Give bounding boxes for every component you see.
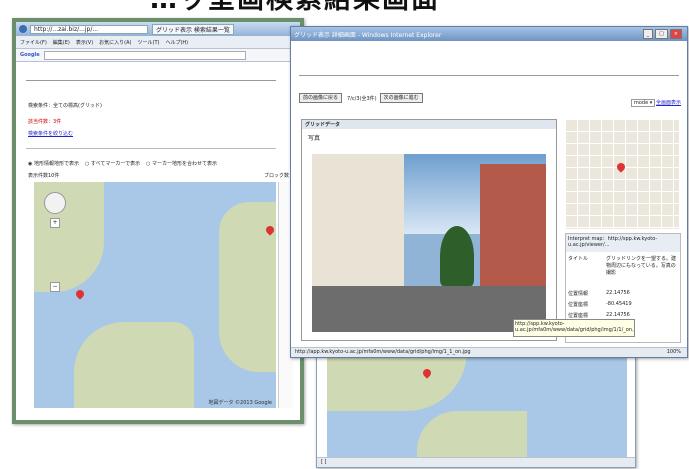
menu-tools[interactable]: ツール(T) [138,39,160,46]
back-map[interactable] [327,351,627,461]
radio-combined[interactable]: ○ マーカー地形を合わせて表示 [146,160,217,167]
close-button[interactable]: × [669,29,682,39]
back-statusbar: [ ] [317,457,635,467]
google-logo: Google [20,52,40,58]
map-grid [565,119,679,229]
map-land [327,351,467,411]
right-browser-window: グリッド表示 詳細画面 - Windows Internet Explorer … [290,26,688,358]
photo-building-left [312,154,404,294]
radio-terrain-label: 地形情報地形で表示 [33,161,79,167]
radio-group: ◉ 地形情報地形で表示 ○ すべてマーカーで表示 ○ マーカー地形を合わせて表示 [28,160,217,167]
info-row: タイトル グリッドリンクを一望する。建物周辺にもなっている。写真の撮影 [566,252,680,288]
zoom-out-button[interactable]: − [50,282,60,292]
info-value: -80.45419 [606,301,632,307]
info-row: 位置情報 22.14756 [566,288,680,299]
address-bar[interactable]: http://...zai.biz/...jp/... [30,24,148,34]
info-value: グリッドリンクを一望する。建物周辺にもなっている。写真の撮影 [606,256,677,276]
right-titlebar: グリッド表示 詳細画面 - Windows Internet Explorer … [291,27,687,41]
menu-favorites[interactable]: お気に入り(A) [99,39,131,46]
divider [26,80,276,81]
page-headline: …ッ呈画検索結果画面 [150,0,570,14]
panel-header: グリッドデータ [302,120,556,129]
info-value: 22.14756 [606,290,630,296]
search-condition: 検索条件：全ての標高(グリッド) [28,103,102,109]
info-header: Interpret map：http://spp.kw.kyoto-u.ac.j… [566,234,680,252]
divider [299,75,679,76]
zoom-in-button[interactable]: + [50,218,60,228]
street-photo[interactable] [312,154,546,332]
refine-link[interactable]: 検索条件を絞り込む [28,130,73,137]
tab-label[interactable]: グリッド表示 検索結果一覧 [152,23,234,35]
map-marker-icon[interactable] [74,288,86,300]
photo-street [312,286,546,332]
radio-markers[interactable]: ○ すべてマーカーで表示 [85,160,140,167]
menu-file[interactable]: ファイル(F) [20,39,47,46]
radio-combined-label: マーカー地形を合わせて表示 [152,161,218,167]
left-browser-window: http://...zai.biz/...jp/... グリッド表示 検索結果一… [12,18,304,424]
next-image-button[interactable]: 次の画像に進む [379,93,423,103]
mode-select[interactable]: mode ▾ [631,99,656,107]
menu-help[interactable]: ヘルプ(H) [165,39,188,46]
left-menubar: ファイル(F) 編集(E) 表示(V) お気に入り(A) ツール(T) ヘルプ(… [16,36,300,49]
google-toolbar: Google [16,49,300,62]
grid-label: ブロック数 [264,173,290,179]
detail-panel: グリッドデータ 写真 [301,119,557,341]
display-count: 表示件数10件 [28,173,60,179]
link-tooltip: http://spp.kw.kyoto-u.ac.jp/mfa0m/www/da… [513,319,635,337]
google-search-input[interactable] [43,50,246,60]
left-map[interactable]: + − 地図データ ©2013 Google [34,182,276,408]
map-land [74,322,194,408]
map-pan-control[interactable] [44,192,66,214]
status-url: http://app.kw.kyoto-u.ac.jp/mfa0m/www/da… [295,349,471,355]
map-copyright: 地図データ ©2013 Google [208,400,272,406]
radio-terrain[interactable]: ◉ 地形情報地形で表示 [28,160,79,167]
back-icon[interactable] [19,25,27,33]
maximize-button[interactable]: □ [655,29,668,39]
minimize-button[interactable]: _ [642,29,654,39]
info-label: 位置情報 [568,291,589,297]
photo-tree [440,226,474,286]
divider [26,148,276,149]
radio-markers-label: すべてマーカーで表示 [90,161,141,167]
info-label: 位置座標 [568,302,589,308]
page-indicator: 7/c/3(全3件) [347,95,377,102]
info-label: 位置座標 [568,313,589,319]
prev-image-button[interactable]: 前の画像に戻る [299,93,343,103]
full-view-link[interactable]: 全画面表示 [656,99,681,106]
menu-view[interactable]: 表示(V) [76,39,93,46]
menu-edit[interactable]: 編集(E) [53,39,70,46]
info-value: 22.14756 [606,312,630,318]
info-row: 位置座標 -80.45419 [566,299,680,310]
map-land [417,411,527,461]
nav-row: 前の画像に戻る 7/c/3(全3件) 次の画像に進む [299,93,425,103]
zoom-level[interactable]: 100% [667,348,681,357]
mode-select-value: mode [634,100,649,106]
photo-label: 写真 [308,135,321,142]
photo-building-right [480,164,546,299]
match-count: 該当件数：3件 [28,119,62,125]
left-titlebar: http://...zai.biz/...jp/... グリッド表示 検索結果一… [16,22,300,36]
window-title: グリッド表示 詳細画面 - Windows Internet Explorer [294,31,442,39]
info-label: タイトル [568,256,589,262]
street-map[interactable] [565,119,679,229]
right-statusbar: http://app.kw.kyoto-u.ac.jp/mfa0m/www/da… [291,347,687,357]
